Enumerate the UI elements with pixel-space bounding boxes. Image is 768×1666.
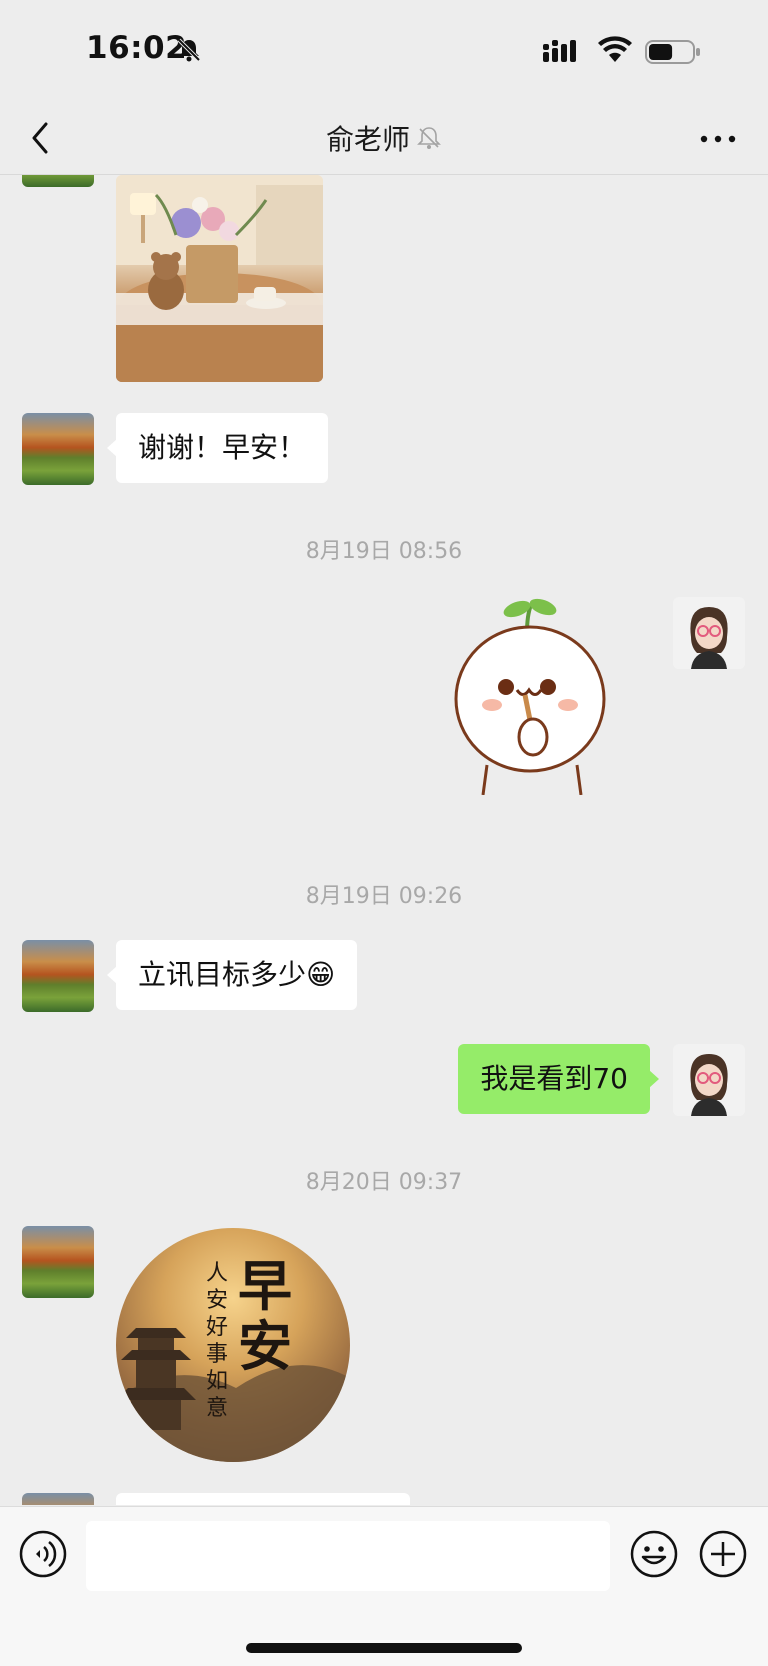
status-bar: 16:02 (0, 0, 768, 104)
contact-avatar[interactable] (22, 940, 94, 1012)
bell-slash-icon (177, 38, 201, 62)
voice-icon[interactable] (18, 1529, 68, 1579)
image-message[interactable] (116, 175, 323, 382)
message-bubble-sent[interactable]: 我是看到70 (458, 1044, 659, 1114)
timestamp: 8月19日 09:26 (305, 884, 463, 909)
emoji-icon[interactable] (629, 1529, 679, 1579)
cellular-signal-icon (543, 40, 576, 62)
message-bubble[interactable] (116, 1493, 410, 1505)
girl-avatar-image (673, 597, 745, 669)
chat-title: 俞老师 (0, 118, 768, 158)
teddy-bear-flowers-photo (116, 175, 323, 382)
ellipsis-icon[interactable] (698, 132, 738, 146)
contact-avatar[interactable] (22, 413, 94, 485)
message-list[interactable]: 谢谢！早安！ 8月19日 08:56 8月19日 09:26 立讯目标多少😁 我… (0, 175, 768, 1505)
contact-avatar[interactable] (22, 1226, 94, 1298)
my-avatar[interactable] (673, 1044, 745, 1116)
message-text: 立讯目标多少😁 (138, 958, 336, 991)
home-indicator[interactable] (246, 1643, 522, 1653)
timestamp: 8月19日 08:56 (305, 539, 463, 564)
message-text: 我是看到70 (480, 1062, 628, 1095)
battery-icon (645, 40, 700, 64)
bell-slash-icon (417, 127, 441, 149)
input-bar (0, 1506, 768, 1666)
status-time: 16:02 (86, 30, 188, 66)
my-avatar[interactable] (673, 597, 745, 669)
wifi-icon (598, 36, 632, 62)
image-caption-big: 早安 (238, 1254, 292, 1378)
contact-avatar[interactable] (22, 175, 94, 187)
contact-avatar[interactable] (22, 1493, 94, 1505)
contact-name: 俞老师 (325, 123, 410, 156)
girl-avatar-image (673, 1044, 745, 1116)
plus-circle-icon[interactable] (698, 1529, 748, 1579)
message-text: 谢谢！早安！ (138, 431, 307, 464)
image-message[interactable]: 早安 人安好事如意 (116, 1228, 350, 1462)
chat-header: 俞老师 (0, 104, 768, 175)
image-caption-small: 人安好事如意 (206, 1261, 229, 1421)
message-input[interactable] (86, 1521, 610, 1591)
message-bubble[interactable]: 谢谢！早安！ (106, 413, 329, 483)
good-morning-pagoda-image (116, 1328, 350, 1462)
sprout-character-sticker[interactable] (447, 595, 617, 795)
timestamp: 8月20日 09:37 (305, 1170, 463, 1195)
message-bubble[interactable]: 立讯目标多少😁 (106, 940, 358, 1010)
